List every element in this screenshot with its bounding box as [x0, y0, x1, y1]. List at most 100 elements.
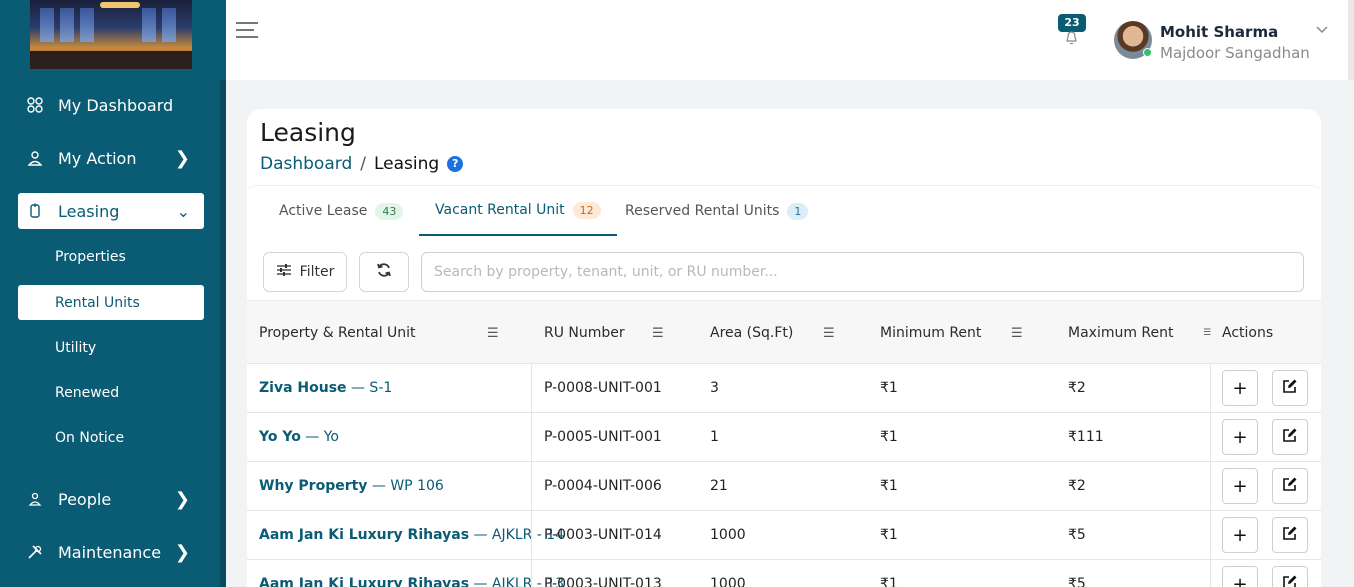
add-button[interactable]: +	[1222, 517, 1258, 553]
edit-icon	[1282, 427, 1298, 448]
property-name-link[interactable]: Why Property	[259, 478, 367, 494]
filter-button[interactable]: Filter	[263, 252, 347, 292]
column-header-actions: Actions	[1222, 301, 1273, 365]
property-name-link[interactable]: Aam Jan Ki Luxury Rihayas	[259, 527, 469, 543]
tab-count-badge: 12	[572, 201, 601, 219]
avatar[interactable]	[1114, 21, 1152, 59]
column-header-minimum-rent[interactable]: Minimum Rent ☰	[880, 301, 1030, 365]
column-label: Maximum Rent	[1068, 325, 1174, 341]
property-unit-cell[interactable]: Yo Yo — Yo	[259, 413, 339, 461]
chevron-right-icon: ❯	[174, 147, 190, 169]
property-name-link[interactable]: Ziva House	[259, 380, 347, 396]
maximum-rent-cell: ₹2	[1068, 478, 1086, 494]
sidebar-item-label: Leasing	[58, 201, 120, 221]
column-header-ru-number[interactable]: RU Number ☰	[544, 301, 674, 365]
sidebar-scrollbar[interactable]	[220, 80, 226, 587]
notification-bell[interactable]: 23	[1058, 14, 1086, 48]
minimum-rent-cell: ₹1	[880, 380, 898, 396]
chevron-right-icon: ❯	[174, 541, 190, 563]
property-unit-cell[interactable]: Why Property — WP 106	[259, 462, 444, 510]
property-name-link[interactable]: Aam Jan Ki Luxury Rihayas	[259, 576, 469, 587]
sort-filter-icon[interactable]: ☰	[487, 326, 499, 341]
sidebar-item-my-action[interactable]: My Action ❯	[18, 140, 204, 176]
minimum-rent-cell: ₹1	[880, 429, 898, 445]
refresh-button[interactable]	[359, 252, 409, 292]
sort-filter-icon[interactable]: ☰	[823, 326, 835, 341]
unit-name: — Yo	[305, 429, 339, 445]
property-name-link[interactable]: Yo Yo	[259, 429, 301, 445]
breadcrumb-current: Leasing	[373, 154, 440, 174]
sidebar-item-label: People	[58, 489, 112, 509]
sidebar-item-label: Maintenance	[58, 542, 162, 562]
table-row[interactable]: Ziva House — S-1 P-0008-UNIT-001 3 ₹1 ₹2…	[247, 364, 1321, 413]
top-header: 23 Mohit Sharma Majdoor Sangadhan	[226, 0, 1354, 80]
tab-active-lease[interactable]: Active Lease 43	[279, 186, 404, 236]
tab-label: Vacant Rental Unit	[435, 202, 565, 218]
tab-vacant-rental-unit[interactable]: Vacant Rental Unit 12	[419, 186, 617, 236]
add-button[interactable]: +	[1222, 468, 1258, 504]
ru-number-cell: P-0008-UNIT-001	[544, 380, 662, 396]
leasing-panel: Active Lease 43 Vacant Rental Unit 12 Re…	[247, 185, 1321, 587]
minimum-rent-cell: ₹1	[880, 576, 898, 587]
user-name[interactable]: Mohit Sharma	[1160, 23, 1278, 41]
maximum-rent-cell: ₹5	[1068, 527, 1086, 543]
property-unit-cell[interactable]: Aam Jan Ki Luxury Rihayas — AJKLR - 13	[259, 560, 564, 587]
edit-button[interactable]	[1272, 566, 1308, 587]
sidebar-subitem-utility[interactable]: Utility	[18, 330, 204, 365]
add-button[interactable]: +	[1222, 566, 1258, 587]
ru-number-cell: P-0005-UNIT-001	[544, 429, 662, 445]
hamburger-menu-icon[interactable]	[236, 21, 258, 39]
filter-label: Filter	[299, 264, 335, 280]
tab-reserved-rental-units[interactable]: Reserved Rental Units 1	[625, 186, 809, 236]
add-button[interactable]: +	[1222, 370, 1258, 406]
edit-icon	[1282, 476, 1298, 497]
user-organization: Majdoor Sangadhan	[1160, 44, 1310, 62]
tab-count-badge: 43	[375, 202, 404, 220]
sidebar-subitem-renewed[interactable]: Renewed	[18, 375, 204, 410]
edit-button[interactable]	[1272, 517, 1308, 553]
table-row[interactable]: Aam Jan Ki Luxury Rihayas — AJKLR - 13 P…	[247, 560, 1321, 587]
table-row[interactable]: Yo Yo — Yo P-0005-UNIT-001 1 ₹1 ₹111 +	[247, 413, 1321, 462]
chevron-down-icon[interactable]	[1316, 22, 1328, 38]
breadcrumb-separator: /	[360, 154, 366, 174]
sidebar-item-my-dashboard[interactable]: My Dashboard	[18, 87, 204, 123]
dashboard-grid-icon	[26, 96, 44, 114]
sidebar-subitem-on-notice[interactable]: On Notice	[18, 420, 204, 455]
sidebar-subitem-rental-units[interactable]: Rental Units	[18, 285, 204, 320]
table-row[interactable]: Aam Jan Ki Luxury Rihayas — AJKLR - 14 P…	[247, 511, 1321, 560]
breadcrumb-dashboard-link[interactable]: Dashboard	[260, 154, 352, 174]
table-header: Property & Rental Unit ☰ RU Number ☰ Are…	[247, 300, 1321, 364]
sidebar-item-maintenance[interactable]: Maintenance ❯	[18, 534, 204, 570]
page-scrollbar[interactable]	[1348, 0, 1354, 80]
sidebar-item-label: My Action	[58, 148, 137, 168]
area-cell: 3	[710, 380, 719, 396]
column-header-area[interactable]: Area (Sq.Ft) ☰	[710, 301, 845, 365]
maximum-rent-cell: ₹2	[1068, 380, 1086, 396]
property-unit-cell[interactable]: Aam Jan Ki Luxury Rihayas — AJKLR - 14	[259, 511, 564, 559]
sort-filter-icon[interactable]: ☰	[1011, 326, 1023, 341]
property-unit-cell[interactable]: Ziva House — S-1	[259, 364, 392, 412]
edit-icon	[1282, 574, 1298, 587]
edit-button[interactable]	[1272, 419, 1308, 455]
sidebar-subitem-properties[interactable]: Properties	[18, 239, 204, 274]
sidebar-item-leasing[interactable]: Leasing ⌄	[18, 193, 204, 229]
sort-filter-icon[interactable]: ☰	[1203, 328, 1211, 338]
column-header-maximum-rent[interactable]: Maximum Rent ☰	[1068, 301, 1213, 365]
help-icon[interactable]: ?	[447, 156, 464, 172]
ru-number-cell: P-0003-UNIT-014	[544, 527, 662, 543]
search-input[interactable]	[421, 252, 1304, 292]
tools-icon	[26, 543, 44, 561]
edit-button[interactable]	[1272, 370, 1308, 406]
sidebar-item-people[interactable]: People ❯	[18, 481, 204, 517]
tab-label: Reserved Rental Units	[625, 203, 780, 219]
ru-number-cell: P-0003-UNIT-013	[544, 576, 662, 587]
notification-count-badge: 23	[1058, 14, 1086, 32]
chevron-down-icon: ⌄	[176, 201, 190, 221]
brand-logo-image	[30, 0, 192, 69]
column-header-property[interactable]: Property & Rental Unit ☰	[259, 301, 509, 365]
edit-button[interactable]	[1272, 468, 1308, 504]
table-row[interactable]: Why Property — WP 106 P-0004-UNIT-006 21…	[247, 462, 1321, 511]
sort-filter-icon[interactable]: ☰	[652, 326, 664, 341]
add-button[interactable]: +	[1222, 419, 1258, 455]
refresh-icon	[376, 262, 392, 283]
